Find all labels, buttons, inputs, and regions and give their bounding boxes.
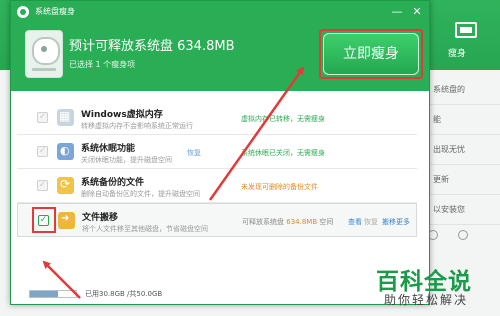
watermark-subtitle: 助你轻松解决 xyxy=(384,293,469,307)
restore-link[interactable]: 恢复 xyxy=(187,148,201,158)
background-list-item: 以安装您 xyxy=(425,195,500,225)
windows-icon xyxy=(57,109,74,126)
minimize-button[interactable]: — xyxy=(389,4,405,20)
status-prefix: 可释放系统盘 xyxy=(242,218,284,226)
status-suffix: 空间 xyxy=(319,218,334,226)
app-logo-icon xyxy=(17,6,29,18)
list-item: ✓ 系统休眠功能 关闭休眠功能，提升磁盘空间 恢复 系统休眠已关闭，无需瘦身 xyxy=(17,135,417,169)
view-link[interactable]: 查看 xyxy=(348,217,362,227)
item-status: 虚拟内存已转移，无需瘦身 xyxy=(241,115,325,123)
item-status: 未发现可删除的备份文件 xyxy=(241,183,318,191)
item-title: 系统休眠功能 xyxy=(81,144,136,154)
banner-title: 预计可释放系统盘 634.8MB xyxy=(69,39,235,54)
slim-item-list: ✓ Windows虚拟内存 转移虚拟内存不会影响系统正常运行 虚拟内存已转移，无… xyxy=(17,101,417,237)
banner-subtitle: 已选择 1 个瘦身项 xyxy=(69,60,136,69)
disk-usage-bar xyxy=(29,290,77,298)
disk-usage-footer: 已用30.8GB /共50.0GB xyxy=(11,283,429,305)
list-item: ✓ 系统备份的文件 删除自动备份区的文件，提升磁盘空间 未发现可删除的备份文件 xyxy=(17,169,417,203)
item-title: Windows虚拟内存 xyxy=(81,110,163,120)
restore-link[interactable]: 恢复 xyxy=(364,217,378,227)
disk-usage-fill xyxy=(30,291,59,297)
item-checkbox[interactable]: ✓ xyxy=(37,146,48,157)
background-list: 系统盘的 能 出现无忧 更新 以安装您 xyxy=(425,75,500,225)
backup-icon xyxy=(57,177,74,194)
item-checkbox[interactable]: ✓ xyxy=(37,180,48,191)
item-title: 系统备份的文件 xyxy=(81,178,145,188)
move-file-icon xyxy=(58,212,75,229)
system-slim-dialog: 系统盘瘦身 — ✕ 预计可释放系统盘 634.8MB 已选择 1 个瘦身项 立即… xyxy=(10,0,430,305)
window-title: 系统盘瘦身 xyxy=(35,7,75,16)
background-side-label: 瘦身 xyxy=(448,49,467,59)
small-circle-icon xyxy=(458,230,468,240)
hard-disk-icon xyxy=(25,30,63,78)
background-list-item: 系统盘的 xyxy=(425,75,500,105)
item-description: 删除自动备份区的文件，提升磁盘空间 xyxy=(81,190,200,198)
highlight-box xyxy=(32,207,56,233)
list-item: ✓ Windows虚拟内存 转移虚拟内存不会影响系统正常运行 虚拟内存已转移，无… xyxy=(17,101,417,135)
list-item: ✓ 文件搬移 将个人文件移至其他磁盘，节省磁盘空间 可释放系统盘 634.8MB… xyxy=(17,203,417,237)
computer-icon xyxy=(455,22,477,38)
item-description: 将个人文件移至其他磁盘，节省磁盘空间 xyxy=(82,225,208,233)
item-title: 文件搬移 xyxy=(82,213,119,223)
item-checkbox[interactable]: ✓ xyxy=(37,112,48,123)
background-list-item: 出现无忧 xyxy=(425,135,500,165)
disk-usage-text: 已用30.8GB /共50.0GB xyxy=(85,290,163,298)
title-bar: 系统盘瘦身 — ✕ xyxy=(11,1,429,23)
sleep-icon xyxy=(57,143,74,160)
status-value: 634.8MB xyxy=(286,218,318,226)
item-status: 可释放系统盘 634.8MB 空间 xyxy=(242,217,333,227)
background-list-item: 能 xyxy=(425,105,500,135)
move-more-link[interactable]: 搬移更多 xyxy=(382,217,410,227)
highlight-box xyxy=(319,29,423,79)
item-status: 系统休眠已关闭，无需瘦身 xyxy=(241,149,325,157)
summary-banner: 预计可释放系统盘 634.8MB 已选择 1 个瘦身项 立即瘦身 xyxy=(11,23,429,91)
item-description: 转移虚拟内存不会影响系统正常运行 xyxy=(81,122,193,130)
background-list-item: 更新 xyxy=(425,165,500,195)
item-description: 关闭休眠功能，提升磁盘空间 xyxy=(81,156,172,164)
close-button[interactable]: ✕ xyxy=(409,4,425,20)
